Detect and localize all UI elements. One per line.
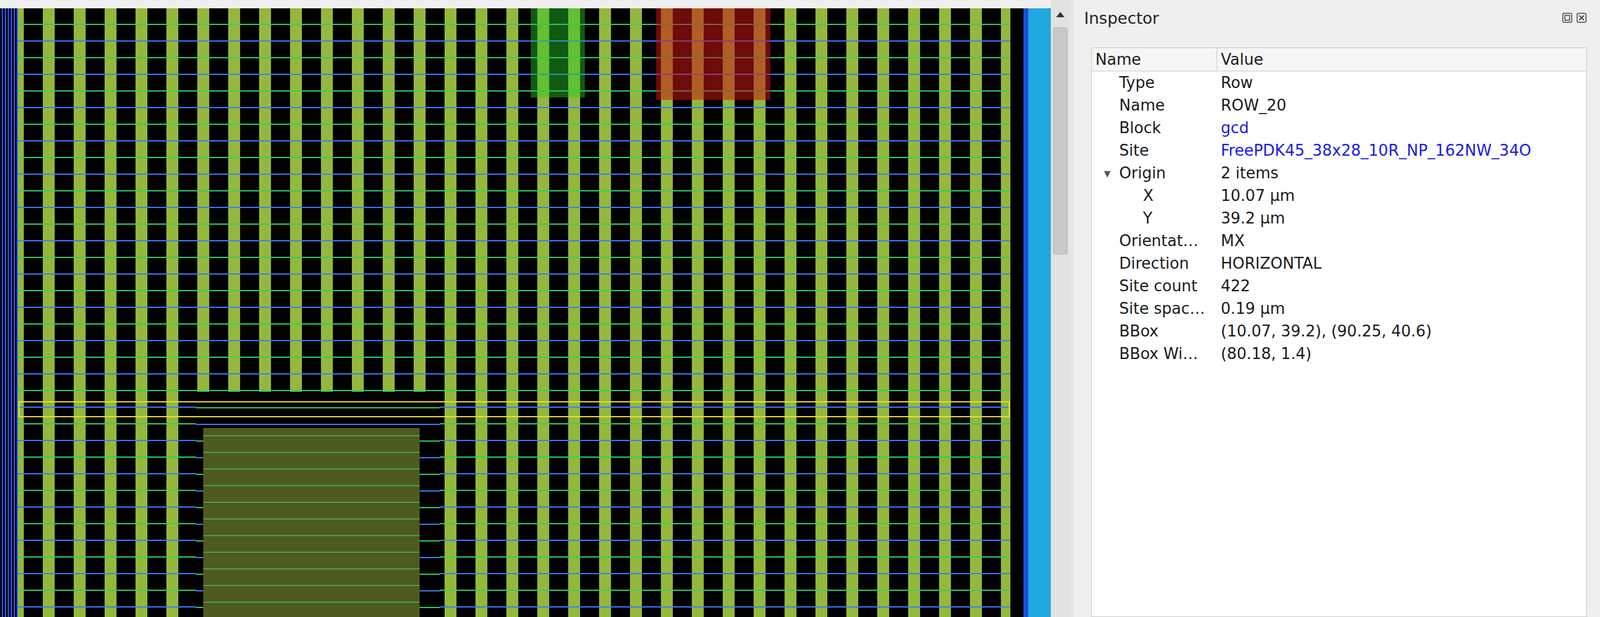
inspector-panel: InspectorNameValueTypeRowNameROW_20Block… bbox=[1073, 0, 1600, 617]
scrollbar-thumb[interactable] bbox=[1053, 27, 1068, 255]
property-row[interactable]: BBox (10.07, 39.2), (90.25, 40.6) bbox=[1091, 319, 1587, 343]
splitter[interactable] bbox=[1069, 0, 1074, 617]
property-row[interactable]: Direction HORIZONTAL bbox=[1091, 252, 1587, 275]
column-header[interactable]: Name bbox=[1091, 48, 1218, 71]
close-icon[interactable] bbox=[1576, 12, 1587, 24]
die-edge-left bbox=[0, 8, 18, 617]
property-value: 39.2 µm bbox=[1217, 206, 1587, 230]
inspector-title: Inspector bbox=[1084, 8, 1159, 28]
property-value: MX bbox=[1217, 229, 1587, 253]
property-row[interactable]: Name ROW_20 bbox=[1091, 93, 1587, 117]
column-header[interactable]: Value bbox=[1217, 48, 1587, 71]
property-value: 422 bbox=[1217, 274, 1587, 298]
property-name: Direction bbox=[1119, 254, 1189, 273]
property-value: HORIZONTAL bbox=[1217, 252, 1587, 275]
property-child-row[interactable]: Y39.2 µm bbox=[1091, 206, 1587, 230]
property-name: Site count bbox=[1119, 276, 1198, 295]
property-value: (10.07, 39.2), (90.25, 40.6) bbox=[1217, 319, 1587, 343]
table-header: NameValue bbox=[1091, 48, 1587, 72]
properties-table: NameValueTypeRowNameROW_20BlockgcdSiteFr… bbox=[1091, 47, 1587, 617]
property-row[interactable]: Block gcd bbox=[1091, 116, 1587, 140]
property-name: BBox Wi… bbox=[1119, 344, 1199, 363]
property-row[interactable]: Site FreePDK45_38x28_10R_NP_162NW_34O bbox=[1091, 139, 1587, 162]
property-row[interactable]: ▾Origin 2 items bbox=[1091, 161, 1587, 185]
highlighted-instance[interactable] bbox=[530, 8, 585, 98]
property-row[interactable]: BBox Wi… (80.18, 1.4) bbox=[1091, 342, 1587, 365]
selected-instance[interactable] bbox=[656, 8, 771, 100]
property-name: Site bbox=[1119, 141, 1149, 160]
property-value: (80.18, 1.4) bbox=[1217, 342, 1587, 365]
property-row[interactable]: Site spac… 0.19 µm bbox=[1091, 297, 1587, 320]
property-name: Y bbox=[1091, 206, 1218, 230]
openroad-window: InspectorNameValueTypeRowNameROW_20Block… bbox=[0, 0, 1600, 617]
property-name: Type bbox=[1119, 73, 1155, 92]
property-row[interactable]: Orientat… MX bbox=[1091, 229, 1587, 253]
die-edge-right bbox=[1010, 8, 1051, 617]
macro-block[interactable] bbox=[203, 427, 420, 617]
scroll-up-icon[interactable] bbox=[1053, 8, 1068, 21]
property-value: Row bbox=[1217, 71, 1587, 94]
property-row[interactable]: Site count 422 bbox=[1091, 274, 1587, 298]
property-child-row[interactable]: X10.07 µm bbox=[1091, 184, 1587, 207]
property-name: Site spac… bbox=[1119, 299, 1205, 318]
layout-canvas[interactable] bbox=[0, 8, 1051, 617]
property-name: Orientat… bbox=[1119, 231, 1199, 250]
property-name: Block bbox=[1119, 118, 1161, 137]
property-value: 2 items bbox=[1217, 161, 1587, 185]
property-value: 10.07 µm bbox=[1217, 184, 1587, 207]
property-name: X bbox=[1091, 184, 1218, 207]
selected-row[interactable] bbox=[18, 401, 1010, 418]
property-name: BBox bbox=[1119, 322, 1159, 340]
property-value[interactable]: gcd bbox=[1217, 116, 1587, 140]
float-icon[interactable] bbox=[1561, 12, 1573, 24]
property-value: 0.19 µm bbox=[1217, 297, 1587, 320]
property-value[interactable]: FreePDK45_38x28_10R_NP_162NW_34O bbox=[1217, 139, 1587, 162]
property-name: Name bbox=[1119, 96, 1165, 115]
property-name: Origin bbox=[1119, 164, 1167, 182]
expand-toggle[interactable]: ▾ bbox=[1095, 165, 1120, 181]
inspector-titlebar: Inspector bbox=[1084, 5, 1587, 30]
property-value: ROW_20 bbox=[1217, 93, 1587, 117]
vertical-scrollbar[interactable] bbox=[1050, 0, 1070, 617]
property-row[interactable]: Type Row bbox=[1091, 71, 1587, 94]
